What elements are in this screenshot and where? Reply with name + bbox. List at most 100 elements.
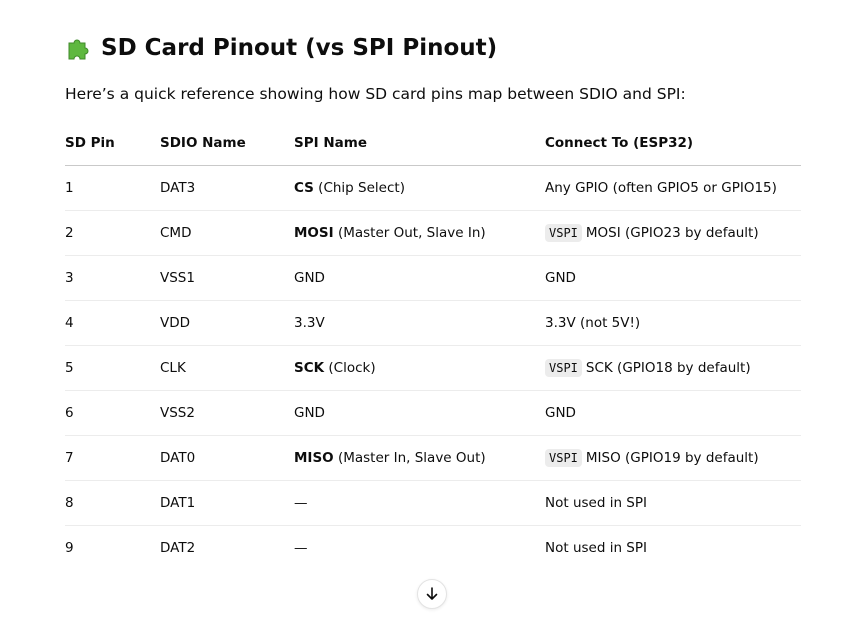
cell-spi-name: GND <box>294 255 545 301</box>
sdio-name-value: CMD <box>160 225 192 241</box>
intro-text: Here’s a quick reference showing how SD … <box>65 85 686 103</box>
heading-text: SD Card Pinout (vs SPI Pinout) <box>101 35 498 61</box>
chat-message: SD Card Pinout (vs SPI Pinout) Here’s a … <box>0 0 851 623</box>
spi-description: (Clock) <box>324 360 376 376</box>
puzzle-piece-icon <box>65 34 95 62</box>
spi-description: — <box>294 495 308 511</box>
connect-to-value: MISO (GPIO19 by default) <box>585 450 759 466</box>
spi-description: GND <box>294 270 325 286</box>
inline-code-vspi: VSPI <box>545 359 582 377</box>
inline-code-vspi: VSPI <box>545 449 582 467</box>
sd-pin-value: 8 <box>65 495 74 511</box>
spi-signal-name: MISO <box>294 450 334 466</box>
cell-connect-to: 3.3V (not 5V!) <box>545 300 801 346</box>
sd-pin-value: 3 <box>65 270 74 286</box>
spi-signal-name: SCK <box>294 360 325 376</box>
spi-description: GND <box>294 405 325 421</box>
cell-spi-name: MOSI (Master Out, Slave In) <box>294 210 545 256</box>
cell-sdio-name: DAT2 <box>160 526 294 571</box>
spi-description: (Master In, Slave Out) <box>333 450 486 466</box>
connect-to-value: MOSI (GPIO23 by default) <box>585 225 759 241</box>
column-header-sdio-name: SDIO Name <box>160 121 294 166</box>
table-row: 4 VDD 3.3V 3.3V (not 5V!) <box>65 300 801 346</box>
connect-to-value: Not used in SPI <box>545 495 647 511</box>
sdio-name-value: VDD <box>160 315 191 331</box>
spi-signal-name: MOSI <box>294 225 334 241</box>
column-header-spi-name: SPI Name <box>294 121 545 166</box>
cell-connect-to: Not used in SPI <box>545 480 801 526</box>
table-header-row: SD Pin SDIO Name SPI Name Connect To (ES… <box>65 121 801 166</box>
sdio-name-value: VSS2 <box>160 405 195 421</box>
arrow-down-icon <box>426 587 438 600</box>
cell-sd-pin: 7 <box>65 435 160 481</box>
sd-pin-value: 6 <box>65 405 74 421</box>
cell-sdio-name: VSS2 <box>160 390 294 436</box>
cell-sdio-name: DAT1 <box>160 480 294 526</box>
cell-spi-name: 3.3V <box>294 300 545 346</box>
cell-connect-to: Not used in SPI <box>545 526 801 571</box>
spi-signal-name: CS <box>294 180 314 196</box>
spi-description: 3.3V <box>294 315 325 331</box>
sdio-name-value: VSS1 <box>160 270 195 286</box>
sd-pin-value: 7 <box>65 450 74 466</box>
cell-sd-pin: 1 <box>65 165 160 211</box>
cell-sd-pin: 3 <box>65 255 160 301</box>
cell-sd-pin: 6 <box>65 390 160 436</box>
sd-pin-value: 5 <box>65 360 74 376</box>
sdio-name-value: DAT2 <box>160 540 196 556</box>
inline-code-vspi: VSPI <box>545 224 582 242</box>
cell-sd-pin: 9 <box>65 526 160 571</box>
pinout-table: SD Pin SDIO Name SPI Name Connect To (ES… <box>65 121 801 570</box>
table-row: 1 DAT3 CS (Chip Select) Any GPIO (often GPI… <box>65 165 801 211</box>
cell-sdio-name: VSS1 <box>160 255 294 301</box>
cell-sd-pin: 5 <box>65 345 160 391</box>
table-row: 9 DAT2 — Not used in SPI <box>65 526 801 571</box>
connect-to-value: Any GPIO (often GPIO5 or GPIO15) <box>545 180 777 196</box>
cell-connect-to: VSPI MOSI (GPIO23 by default) <box>545 210 801 256</box>
cell-spi-name: MISO (Master In, Slave Out) <box>294 435 545 481</box>
scroll-to-bottom-button[interactable] <box>417 579 447 609</box>
cell-spi-name: — <box>294 480 545 526</box>
column-header-connect-to: Connect To (ESP32) <box>545 121 801 166</box>
cell-spi-name: CS (Chip Select) <box>294 165 545 211</box>
table-row: 2 CMD MOSI (Master Out, Slave In) VSPI MOSI … <box>65 210 801 256</box>
cell-sdio-name: VDD <box>160 300 294 346</box>
table-row: 6 VSS2 GND GND <box>65 390 801 436</box>
sdio-name-value: DAT0 <box>160 450 196 466</box>
sd-pin-value: 9 <box>65 540 74 556</box>
cell-spi-name: — <box>294 526 545 571</box>
cell-sd-pin: 2 <box>65 210 160 256</box>
connect-to-value: GND <box>545 405 576 421</box>
cell-connect-to: VSPI MISO (GPIO19 by default) <box>545 435 801 481</box>
cell-connect-to: GND <box>545 390 801 436</box>
sd-pin-value: 4 <box>65 315 74 331</box>
sd-pin-value: 2 <box>65 225 74 241</box>
column-header-sd-pin: SD Pin <box>65 121 160 166</box>
cell-sd-pin: 8 <box>65 480 160 526</box>
sdio-name-value: DAT1 <box>160 495 196 511</box>
sdio-name-value: CLK <box>160 360 186 376</box>
cell-sdio-name: CMD <box>160 210 294 256</box>
cell-connect-to: GND <box>545 255 801 301</box>
connect-to-value: SCK (GPIO18 by default) <box>585 360 751 376</box>
spi-description: — <box>294 540 308 556</box>
table-row: 5 CLK SCK (Clock) VSPI SCK (GPIO18 by defaul… <box>65 345 801 391</box>
sd-pin-value: 1 <box>65 180 74 196</box>
cell-sdio-name: CLK <box>160 345 294 391</box>
table-row: 3 VSS1 GND GND <box>65 255 801 301</box>
spi-description: (Master Out, Slave In) <box>333 225 486 241</box>
table-row: 8 DAT1 — Not used in SPI <box>65 480 801 526</box>
cell-connect-to: Any GPIO (often GPIO5 or GPIO15) <box>545 165 801 211</box>
connect-to-value: GND <box>545 270 576 286</box>
sdio-name-value: DAT3 <box>160 180 196 196</box>
cell-sd-pin: 4 <box>65 300 160 346</box>
cell-sdio-name: DAT0 <box>160 435 294 481</box>
spi-description: (Chip Select) <box>313 180 405 196</box>
connect-to-value: Not used in SPI <box>545 540 647 556</box>
cell-spi-name: SCK (Clock) <box>294 345 545 391</box>
section-heading: SD Card Pinout (vs SPI Pinout) <box>65 30 497 66</box>
table-row: 7 DAT0 MISO (Master In, Slave Out) VSPI MISO… <box>65 435 801 481</box>
cell-spi-name: GND <box>294 390 545 436</box>
cell-sdio-name: DAT3 <box>160 165 294 211</box>
cell-connect-to: VSPI SCK (GPIO18 by default) <box>545 345 801 391</box>
